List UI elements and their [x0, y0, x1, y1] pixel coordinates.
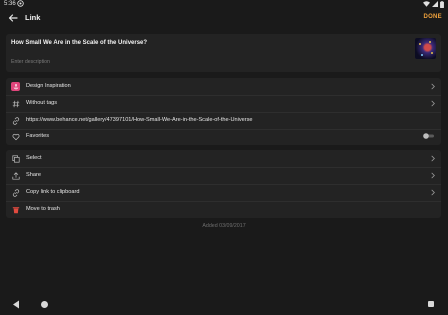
description-input[interactable]: Enter description — [11, 59, 50, 65]
heart-icon — [11, 132, 20, 141]
chevron-right-icon — [431, 172, 435, 179]
collection-label: Design Inspiration — [26, 83, 71, 89]
battery-icon — [440, 0, 444, 8]
wifi-icon — [423, 1, 430, 7]
favorites-toggle[interactable] — [423, 133, 435, 139]
select-icon — [11, 154, 20, 163]
nav-home-icon[interactable] — [41, 301, 48, 308]
select-label: Select — [26, 155, 42, 161]
select-row[interactable]: Select — [6, 150, 441, 167]
tags-label: Without tags — [26, 100, 58, 106]
hashtag-icon — [11, 99, 20, 108]
link-icon — [11, 188, 20, 197]
trash-icon — [11, 205, 20, 214]
tags-row[interactable]: Without tags — [6, 95, 441, 112]
link-title-input[interactable]: How Small We Are in the Scale of the Uni… — [11, 40, 147, 46]
trash-label: Move to trash — [26, 206, 60, 212]
collection-row[interactable]: Design Inspiration — [6, 78, 441, 95]
notification-icon — [17, 0, 24, 7]
link-title-card: How Small We Are in the Scale of the Uni… — [6, 34, 441, 72]
link-icon — [11, 116, 20, 125]
back-arrow-icon[interactable] — [8, 13, 18, 23]
chevron-right-icon — [431, 155, 435, 162]
favorites-label: Favorites — [26, 133, 50, 139]
share-label: Share — [26, 172, 41, 178]
navigation-bar — [0, 296, 448, 315]
added-date: Added 03/09/2017 — [202, 223, 246, 229]
nav-back-icon[interactable] — [12, 300, 20, 309]
anchor-icon — [13, 83, 18, 89]
link-thumbnail[interactable] — [415, 38, 436, 59]
copy-link-row[interactable]: Copy link to clipboard — [6, 184, 441, 201]
status-time: 5:36 — [4, 1, 16, 7]
actions-card: Select Share Copy link to clipboard Move… — [6, 150, 441, 218]
trash-row[interactable]: Move to trash — [6, 201, 441, 218]
page-title: Link — [25, 13, 41, 22]
favorites-row[interactable]: Favorites — [6, 128, 441, 145]
app-bar: Link DONE — [0, 9, 448, 29]
chevron-right-icon — [431, 189, 435, 196]
url-label: https://www.behance.net/gallery/47397101… — [26, 117, 253, 123]
link-meta-card: Design Inspiration Without tags https://… — [6, 78, 441, 145]
share-icon — [11, 171, 20, 180]
collection-icon — [11, 82, 20, 91]
copy-link-label: Copy link to clipboard — [26, 189, 80, 195]
chevron-right-icon — [431, 83, 435, 90]
done-button[interactable]: DONE — [423, 14, 442, 20]
nav-recents-icon[interactable] — [428, 301, 434, 307]
chevron-right-icon — [431, 100, 435, 107]
status-bar: 5:36 — [0, 0, 448, 9]
signal-icon — [432, 1, 438, 7]
url-row[interactable]: https://www.behance.net/gallery/47397101… — [6, 112, 441, 129]
status-right-icons — [423, 0, 444, 8]
share-row[interactable]: Share — [6, 167, 441, 184]
